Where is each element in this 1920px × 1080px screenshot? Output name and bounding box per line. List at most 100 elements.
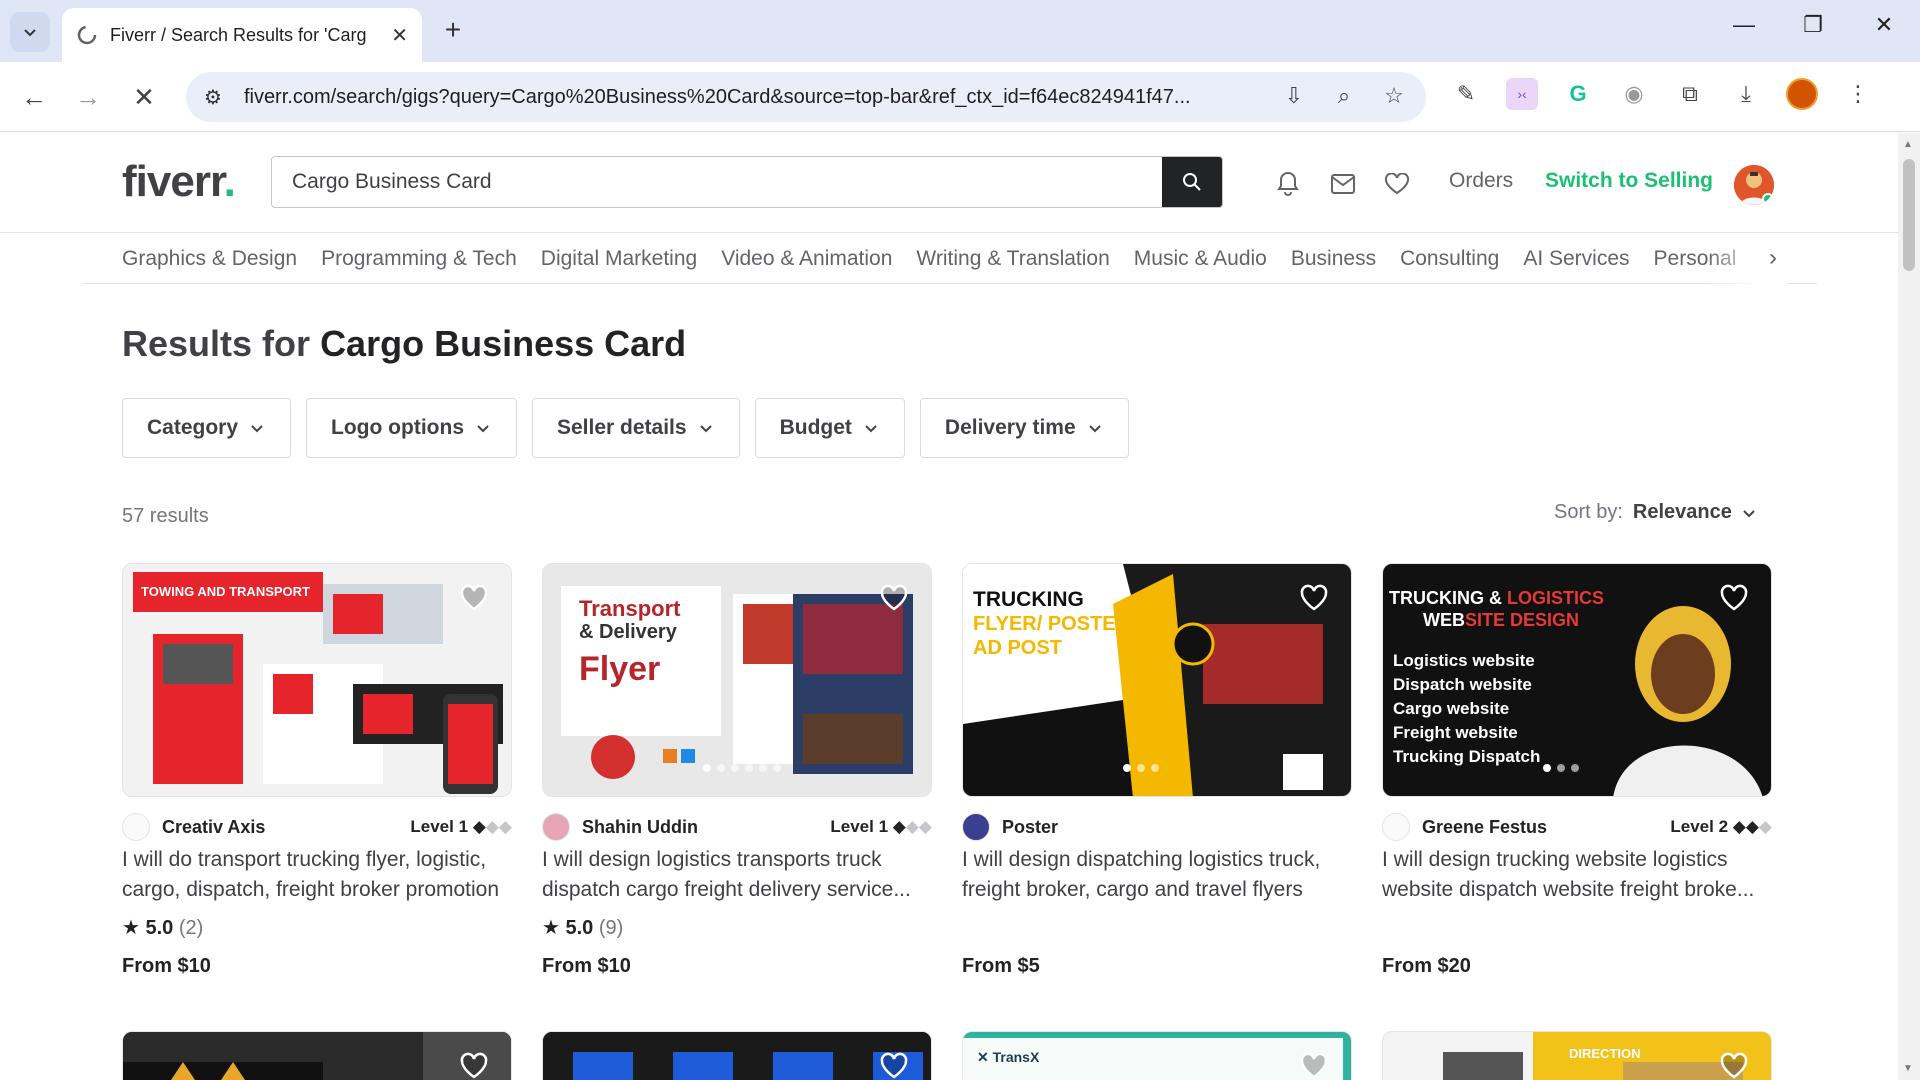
level-diamond-icon: ◆◆ [1732, 817, 1759, 836]
level-diamond-icon: ◆ [472, 817, 486, 836]
gig-title[interactable]: I will design logistics transports truck… [542, 845, 932, 905]
seller-name[interactable]: Poster [1002, 817, 1058, 838]
browser-toolbar: ← → ✕ ⚙ fiverr.com/search/gigs?query=Car… [0, 62, 1920, 132]
gig-card[interactable]: TRUCKING & LOGISTICS WEBSITE DESIGN Logi… [1382, 563, 1772, 978]
filter-dropdown[interactable]: Category [122, 398, 292, 458]
favorite-heart-icon[interactable] [1719, 584, 1749, 612]
review-count: (9) [598, 917, 624, 939]
browser-menu-icon[interactable]: ⋮ [1842, 78, 1874, 110]
carousel-dots[interactable] [703, 764, 781, 772]
category-link[interactable]: Business [1291, 247, 1376, 271]
seller-avatar[interactable] [542, 813, 570, 841]
favorites-heart-icon[interactable] [1382, 169, 1412, 199]
favorite-heart-icon[interactable] [1299, 1052, 1329, 1080]
minimize-button[interactable]: — [1724, 12, 1764, 38]
gig-title[interactable]: I will design trucking website logistics… [1382, 845, 1772, 905]
switch-to-selling-link[interactable]: Switch to Selling [1545, 169, 1713, 193]
gig-thumbnail: DIRECTION [1383, 1032, 1771, 1080]
url-text[interactable]: fiverr.com/search/gigs?query=Cargo%20Bus… [244, 86, 1274, 109]
favorite-heart-icon[interactable] [459, 584, 489, 612]
gig-title[interactable]: I will do transport trucking flyer, logi… [122, 845, 512, 905]
carousel-dots[interactable] [1123, 764, 1159, 772]
scroll-up-arrow-icon[interactable]: ▲ [1903, 139, 1913, 150]
gig-rating [1382, 915, 1772, 945]
category-link[interactable]: Consulting [1400, 247, 1499, 271]
seller-avatar[interactable] [1382, 813, 1410, 841]
page-scrollbar[interactable]: ▲ ▼ [1898, 133, 1920, 1080]
scroll-down-arrow-icon[interactable]: ▼ [1903, 1063, 1913, 1074]
favorite-heart-icon[interactable] [1299, 584, 1329, 612]
online-status-dot [1762, 193, 1774, 205]
category-link[interactable]: Graphics & Design [122, 247, 297, 271]
browser-tab[interactable]: Fiverr / Search Results for 'Carg ✕ [62, 8, 422, 62]
gig-card-partial[interactable]: ✕ TransX [962, 1031, 1352, 1080]
install-app-icon[interactable]: ⇩ [1280, 83, 1308, 109]
site-info-icon[interactable]: ⚙ [204, 85, 222, 110]
search-icon [1183, 173, 1201, 191]
close-tab-icon[interactable]: ✕ [391, 23, 408, 48]
gig-title[interactable]: I will design dispatching logistics truc… [962, 845, 1352, 905]
filter-dropdown[interactable]: Seller details [532, 398, 740, 458]
filter-label: Budget [779, 416, 852, 439]
extensions-puzzle-icon[interactable]: ⧉ [1674, 78, 1706, 110]
filter-dropdown[interactable]: Logo options [306, 398, 517, 458]
seller-name[interactable]: Creativ Axis [162, 817, 265, 838]
favorite-heart-icon[interactable] [879, 1052, 909, 1080]
messages-envelope-icon[interactable] [1328, 169, 1358, 199]
gig-image[interactable]: TRUCKING & LOGISTICS WEBSITE DESIGN Logi… [1382, 563, 1772, 797]
category-link[interactable]: Writing & Translation [916, 247, 1109, 271]
favorite-heart-icon[interactable] [459, 1052, 489, 1080]
filter-dropdown[interactable]: Delivery time [919, 398, 1129, 458]
user-avatar[interactable] [1734, 165, 1774, 205]
gig-card[interactable]: TRUCKING FLYER/ POSTER AD POST Poster I … [962, 563, 1352, 978]
scrollbar-thumb[interactable] [1903, 159, 1915, 271]
camera-icon[interactable]: ◉ [1618, 78, 1650, 110]
gig-card-partial[interactable] [542, 1031, 932, 1080]
carousel-dots[interactable] [1543, 764, 1579, 772]
filter-label: Category [147, 416, 239, 439]
filter-dropdown[interactable]: Budget [754, 398, 905, 458]
address-bar[interactable]: ⚙ fiverr.com/search/gigs?query=Cargo%20B… [186, 72, 1426, 122]
zoom-icon[interactable]: ⌕ [1330, 83, 1358, 109]
seller-name[interactable]: Greene Festus [1422, 817, 1547, 838]
seller-avatar[interactable] [962, 813, 990, 841]
orders-link[interactable]: Orders [1449, 169, 1513, 193]
seller-name[interactable]: Shahin Uddin [582, 817, 698, 838]
gig-image[interactable]: TOWING AND TRANSPORT [122, 563, 512, 797]
stop-loading-icon[interactable]: ✕ [128, 82, 160, 113]
favorite-heart-icon[interactable] [1719, 1052, 1749, 1080]
fiverr-logo[interactable]: fiverr. [122, 157, 236, 207]
search-input[interactable] [272, 157, 1162, 207]
gig-card[interactable]: Transport & Delivery Flyer Shahin Uddin … [542, 563, 932, 978]
bookmark-star-icon[interactable]: ☆ [1380, 83, 1408, 109]
gig-card-partial[interactable] [122, 1031, 512, 1080]
back-icon[interactable]: ← [18, 82, 50, 113]
category-link[interactable]: Video & Animation [721, 247, 892, 271]
gig-card-partial[interactable]: DIRECTION [1382, 1031, 1772, 1080]
category-link[interactable]: Digital Marketing [541, 247, 697, 271]
forward-icon[interactable]: → [72, 82, 104, 113]
grammarly-icon[interactable]: G [1562, 78, 1594, 110]
restore-button[interactable]: ❐ [1793, 12, 1833, 38]
gig-card[interactable]: TOWING AND TRANSPORT Creativ Axis Level … [122, 563, 512, 978]
new-tab-button[interactable]: + [438, 14, 468, 46]
eyedropper-extension-icon[interactable]: ✎ [1450, 78, 1482, 110]
seller-avatar[interactable] [122, 813, 150, 841]
search-button[interactable] [1162, 157, 1222, 207]
gig-image[interactable]: Transport & Delivery Flyer [542, 563, 932, 797]
category-link[interactable]: Programming & Tech [321, 247, 517, 271]
category-link[interactable]: Music & Audio [1134, 247, 1267, 271]
profile-avatar[interactable] [1786, 78, 1818, 110]
tab-search-button[interactable] [10, 12, 50, 52]
notifications-bell-icon[interactable] [1273, 169, 1303, 199]
close-window-button[interactable]: ✕ [1864, 12, 1904, 38]
carousel-dots[interactable] [283, 764, 347, 772]
gig-image[interactable]: TRUCKING FLYER/ POSTER AD POST [962, 563, 1352, 797]
downloads-icon[interactable]: ⤓ [1730, 78, 1762, 110]
extension-purple-icon[interactable]: ›‹ [1506, 78, 1538, 110]
sort-dropdown[interactable]: Sort by: Relevance [1554, 501, 1760, 524]
results-prefix: Results for [122, 323, 311, 364]
favorite-heart-icon[interactable] [879, 584, 909, 612]
chevron-right-icon[interactable]: › [1769, 244, 1777, 272]
category-link[interactable]: AI Services [1523, 247, 1629, 271]
